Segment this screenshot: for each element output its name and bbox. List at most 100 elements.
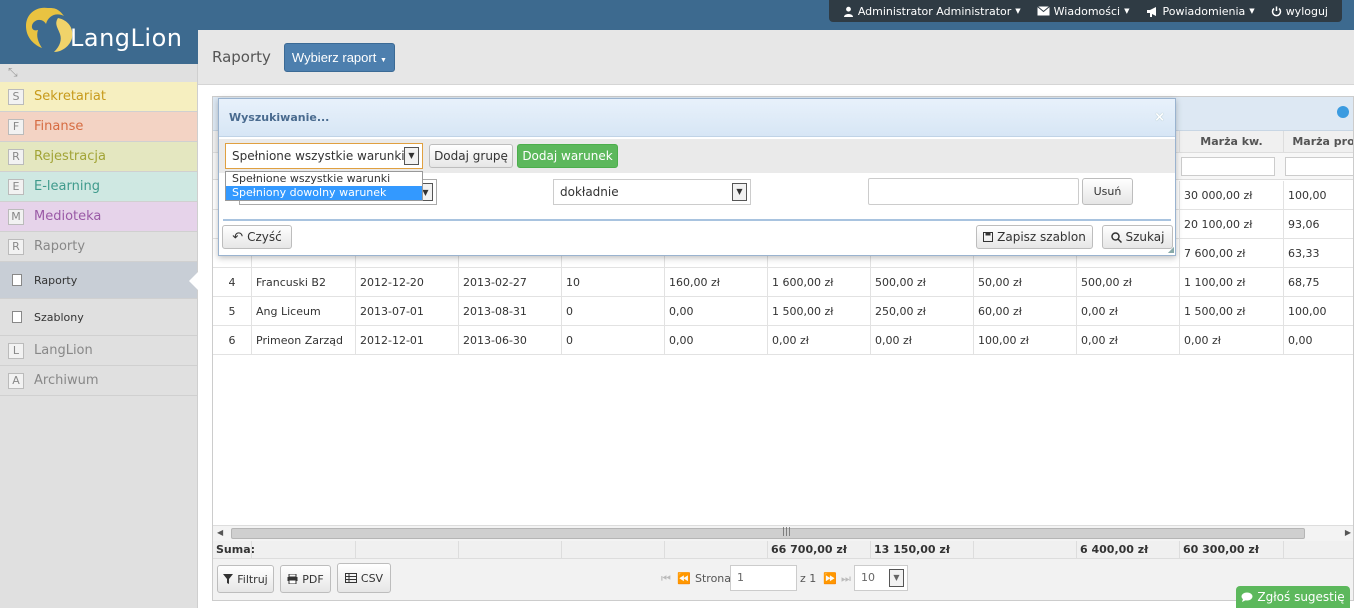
column-filter-input[interactable] [1181,157,1275,176]
table-cell-c11: 0,00 zł [1179,326,1283,355]
close-icon[interactable]: × [1154,110,1165,125]
search-label: Szukaj [1125,230,1165,244]
match-mode-option-highlighted[interactable]: Spełniony dowolny warunek [226,186,422,200]
megaphone-icon [1146,6,1156,17]
table-cell-c6: 160,00 zł [664,268,767,297]
sum-cell-c10: 6 400,00 zł [1076,541,1179,559]
table-cell-c10: 500,00 zł [1076,268,1179,297]
sidebar-item-label: Medioteka [34,209,102,224]
user-icon [843,6,853,17]
caret-down-icon: ▼ [379,56,387,64]
csv-button[interactable]: CSV [337,563,391,593]
page-size-value: 10 [861,571,875,584]
horizontal-scrollbar[interactable]: ◀ ||| ▶ [213,525,1353,541]
table-cell-c7: 1 600,00 zł [767,268,870,297]
table-cell-c9: 60,00 zł [973,297,1076,326]
match-mode-value: Spełnione wszystkie warunki [232,149,405,163]
dialog-toolbar: Spełnione wszystkie warunki ▼ Dodaj grup… [219,139,1175,173]
scroll-left-icon[interactable]: ◀ [217,528,223,537]
sidebar-item-sekretariat[interactable]: S Sekretariat [0,82,197,112]
table-row[interactable]: 5 Ang Liceum 2013-07-01 2013-08-31 0 0,00 1 50… [213,297,1353,326]
save-template-label: Zapisz szablon [997,230,1086,244]
table-cell-c11: 1 100,00 zł [1179,268,1283,297]
save-template-button[interactable]: Zapisz szablon [976,225,1093,249]
scroll-right-icon[interactable]: ▶ [1345,528,1351,537]
user-menu[interactable]: Administrator Administrator ▼ [835,5,1029,18]
sidebar-letter-badge: R [8,148,24,165]
sidebar-item-e-learning[interactable]: E E-learning [0,172,197,202]
sidebar-item-raporty[interactable]: R Raporty [0,232,197,262]
first-page-icon[interactable]: ⏮ [661,572,671,586]
table-cell-c10: 0,00 zł [1076,326,1179,355]
select-report-button[interactable]: Wybierz raport ▼ [283,42,395,72]
filter-icon [223,574,234,584]
clear-label: Czyść [247,230,282,244]
logout-link[interactable]: wyloguj [1263,5,1336,18]
last-page-icon[interactable]: ⏭ [841,572,851,586]
page-count-label: z 1 [800,572,817,585]
resize-handle-icon[interactable]: ◢ [1168,245,1174,254]
suggest-label: Zgłoś sugestię [1257,590,1345,604]
table-cell-c12: 93,06 [1283,210,1353,239]
undo-icon: ↶ [232,229,244,245]
page-number-input[interactable]: 1 [730,565,797,591]
caret-down-icon: ▼ [1124,7,1130,15]
sidebar-item-finanse[interactable]: F Finanse [0,112,197,142]
chevron-down-icon: ▼ [732,183,747,201]
sidebar-item-langlion[interactable]: L LangLion [0,336,197,366]
table-cell-c12: 100,00 [1283,181,1353,210]
add-group-button[interactable]: Dodaj grupę [429,144,513,168]
sidebar-item-medioteka[interactable]: M Medioteka [0,202,197,232]
sidebar-item-rejestracja[interactable]: R Rejestracja [0,142,197,172]
remove-condition-button[interactable]: Usuń [1082,178,1133,205]
pdf-button[interactable]: PDF [280,565,331,593]
collapse-sidebar-icon[interactable]: ⤡ [0,64,197,82]
sidebar-item-label: LangLion [34,343,93,358]
sidebar-item-label: Sekretariat [34,89,106,104]
sidebar-letter-badge: R [8,238,24,255]
caret-down-icon: ▼ [1015,7,1021,15]
scrollbar-thumb[interactable]: ||| [231,527,1305,539]
table-cell-c12: 0,00 [1283,326,1353,355]
table-cell-no: 5 [228,305,236,318]
next-page-icon[interactable]: ⏩ [823,572,837,585]
messages-menu[interactable]: Wiadomości ▼ [1029,5,1138,18]
table-cell-c12: 100,00 [1283,297,1353,326]
suggest-button[interactable]: Zgłoś sugestię [1236,586,1350,608]
sidebar-item-archiwum[interactable]: A Archiwum [0,366,197,396]
sidebar-letter-badge: L [8,342,24,359]
operator-select[interactable]: dokładnie ▼ [553,179,751,205]
sidebar-sub-item-szablony[interactable]: Szablony [0,299,197,336]
add-condition-button[interactable]: Dodaj warunek [517,144,618,168]
page-size-select[interactable]: 10 ▼ [854,565,908,591]
prev-page-icon[interactable]: ⏪ [677,572,691,585]
column-header-marza-kw[interactable]: Marża kw. [1179,131,1283,153]
filter-button[interactable]: Filtruj [217,565,274,593]
match-mode-option[interactable]: Spełnione wszystkie warunki [226,172,422,186]
sum-cell-c7: 66 700,00 zł [767,541,870,559]
table-cell-end: 2013-02-27 [458,268,561,297]
sidebar-item-label: Archiwum [34,373,99,388]
logo[interactable]: LangLion [0,0,198,64]
sidebar-sub-item-raporty[interactable]: Raporty [0,262,198,299]
search-button[interactable]: Szukaj [1102,225,1173,249]
sum-cell [664,541,767,559]
table-row[interactable]: 6 Primeon Zarząd 2012-12-01 2013-06-30 0 0,00… [213,326,1353,355]
table-cell-c5: 10 [561,268,664,297]
table-cell-c7: 1 500,00 zł [767,297,870,326]
table-row[interactable]: 4 Francuski B2 2012-12-20 2013-02-27 10 160,0… [213,268,1353,297]
save-icon [983,232,994,242]
table-cell-name: Ang Liceum [251,297,355,326]
column-filter-input[interactable] [1285,157,1353,176]
table-cell-no: 4 [228,276,236,289]
column-header-marza-pro[interactable]: Marża pro [1283,131,1353,153]
dialog-header: Wyszukiwanie... × [219,99,1175,137]
condition-value-input[interactable] [868,178,1079,205]
select-report-label: Wybierz raport [291,49,377,65]
sidebar-sub-item-label: Szablony [34,310,84,324]
sum-cell [355,541,458,559]
match-mode-select[interactable]: Spełnione wszystkie warunki ▼ [225,143,423,169]
notifications-menu[interactable]: Powiadomienia ▼ [1138,5,1263,18]
collapse-grid-icon[interactable] [1337,106,1349,118]
clear-button[interactable]: ↶ Czyść [222,225,292,249]
